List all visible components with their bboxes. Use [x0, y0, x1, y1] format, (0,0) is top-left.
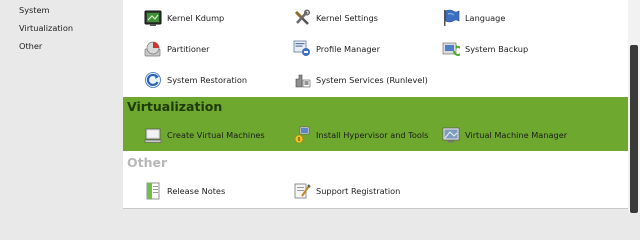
module-label: Install Hypervisor and Tools [316, 130, 429, 140]
system-backup-icon [442, 40, 460, 58]
scrollbar-thumb[interactable] [630, 45, 638, 213]
module-kernel-settings[interactable]: Kernel Settings [293, 6, 378, 30]
kdump-icon [144, 9, 162, 27]
create-vm-icon [144, 126, 162, 144]
release-notes-icon [144, 182, 162, 200]
sidebar-item-system[interactable]: System [0, 1, 123, 19]
module-virtual-machine-manager[interactable]: Virtual Machine Manager [442, 123, 567, 147]
module-system-services[interactable]: System Services (Runlevel) [293, 68, 428, 92]
tools-icon [293, 9, 311, 27]
module-label: System Services (Runlevel) [316, 75, 428, 85]
module-profile-manager[interactable]: Profile Manager [293, 37, 380, 61]
category-sidebar: System Virtualization Other [0, 0, 123, 213]
module-system-restoration[interactable]: System Restoration [144, 68, 247, 92]
module-kernel-kdump[interactable]: Kernel Kdump [144, 6, 224, 30]
partitioner-icon [144, 40, 162, 58]
module-install-hypervisor[interactable]: Install Hypervisor and Tools [293, 123, 428, 147]
module-release-notes[interactable]: Release Notes [144, 179, 225, 203]
module-label: Kernel Kdump [167, 13, 225, 23]
module-label: Virtual Machine Manager [465, 130, 568, 140]
section-title-other: Other [127, 155, 168, 170]
module-system-backup[interactable]: System Backup [442, 37, 528, 61]
module-panel: Kernel Kdump Kernel Settings Language Pa… [123, 0, 629, 209]
vertical-scrollbar[interactable] [628, 0, 640, 213]
install-hypervisor-icon [293, 126, 311, 144]
module-label: Create Virtual Machines [167, 130, 265, 140]
section-title-virtualization: Virtualization [127, 99, 223, 114]
sidebar-item-virtualization[interactable]: Virtualization [0, 19, 123, 37]
language-flag-icon [442, 9, 460, 27]
sidebar-item-other[interactable]: Other [0, 37, 123, 55]
module-create-virtual-machines[interactable]: Create Virtual Machines [144, 123, 265, 147]
module-support-registration[interactable]: Support Registration [293, 179, 400, 203]
virtualization-section: Virtualization Create Virtual Machines I… [123, 97, 628, 151]
module-label: Support Registration [316, 186, 401, 196]
module-partitioner[interactable]: Partitioner [144, 37, 210, 61]
support-registration-icon [293, 182, 311, 200]
vm-manager-icon [442, 126, 460, 144]
module-label: Kernel Settings [316, 13, 378, 23]
module-label: System Backup [465, 44, 529, 54]
module-label: Profile Manager [316, 44, 380, 54]
module-label: Release Notes [167, 186, 226, 196]
module-label: Language [465, 13, 506, 23]
profile-manager-icon [293, 40, 311, 58]
system-restoration-icon [144, 71, 162, 89]
module-label: Partitioner [167, 44, 210, 54]
module-label: System Restoration [167, 75, 248, 85]
module-language[interactable]: Language [442, 6, 505, 30]
system-services-icon [293, 71, 311, 89]
